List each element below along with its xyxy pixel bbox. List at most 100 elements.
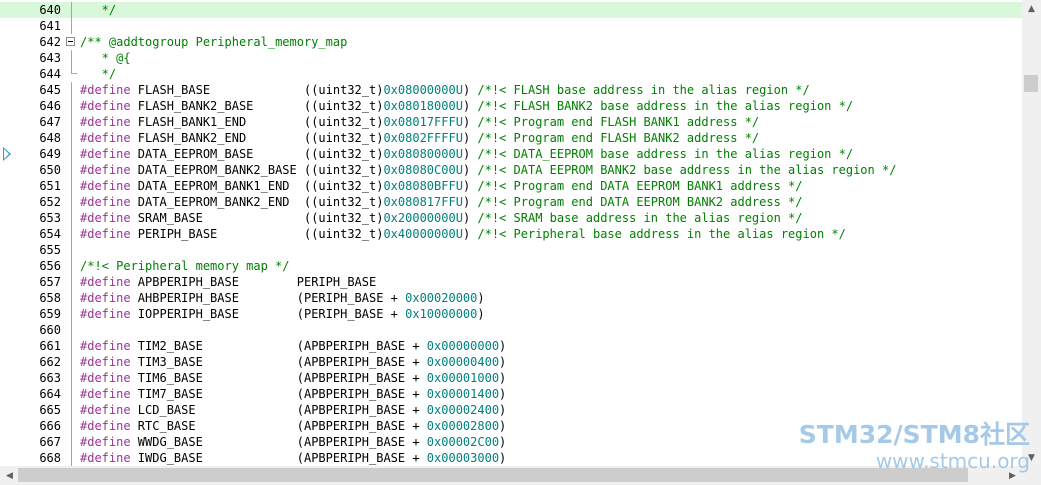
line-number: 652 [39, 195, 61, 209]
code-text[interactable]: #define LCD_BASE (APBPERIPH_BASE + 0x000… [80, 402, 506, 418]
code-token: ) [499, 435, 507, 449]
code-token: TIM2_BASE (APBPERIPH_BASE + [130, 339, 427, 353]
code-line[interactable]: 657 #define APBPERIPH_BASE PERIPH_BASE [0, 274, 1022, 290]
code-line[interactable]: 646 #define FLASH_BANK2_BASE ((uint32_t)0… [0, 98, 1022, 114]
code-line[interactable]: 640 */ [0, 2, 1022, 18]
line-number: 665 [39, 403, 61, 417]
code-line[interactable]: 643 * @{ [0, 50, 1022, 66]
number-token: 0x20000000U [383, 211, 463, 225]
code-text[interactable]: #define FLASH_BANK2_BASE ((uint32_t)0x08… [80, 98, 853, 114]
code-token: AHBPERIPH_BASE (PERIPH_BASE + [130, 291, 406, 305]
code-line[interactable]: 647 #define FLASH_BANK1_END ((uint32_t)0x… [0, 114, 1022, 130]
line-number: 651 [39, 179, 61, 193]
scroll-left-icon[interactable]: ◀ [0, 467, 19, 484]
code-line[interactable]: 648 #define FLASH_BANK2_END ((uint32_t)0x… [0, 130, 1022, 146]
code-text[interactable]: #define DATA_EEPROM_BANK1_END ((uint32_t… [80, 178, 803, 194]
gutter-line [71, 338, 72, 354]
code-line[interactable]: 654 #define PERIPH_BASE ((uint32_t)0x4000… [0, 226, 1022, 242]
code-text[interactable]: #define IOPPERIPH_BASE (PERIPH_BASE + 0x… [80, 306, 485, 322]
code-line[interactable]: 655 [0, 242, 1022, 258]
gutter-line [71, 162, 72, 178]
code-line[interactable]: 652 #define DATA_EEPROM_BANK2_END ((uint3… [0, 194, 1022, 210]
code-text[interactable]: #define RTC_BASE (APBPERIPH_BASE + 0x000… [80, 418, 506, 434]
code-text[interactable]: #define TIM6_BASE (APBPERIPH_BASE + 0x00… [80, 370, 506, 386]
code-text[interactable]: #define TIM2_BASE (APBPERIPH_BASE + 0x00… [80, 338, 506, 354]
line-number: 668 [39, 451, 61, 465]
gutter-line [71, 274, 72, 290]
code-line[interactable]: 641 [0, 18, 1022, 34]
keyword-token: #define [80, 131, 131, 145]
keyword-token: #define [80, 387, 131, 401]
code-token: ) [462, 147, 478, 161]
vertical-scroll-thumb[interactable] [1024, 75, 1038, 92]
gutter-line [71, 210, 72, 226]
code-line[interactable]: 663 #define TIM6_BASE (APBPERIPH_BASE + 0… [0, 370, 1022, 386]
code-token: TIM3_BASE (APBPERIPH_BASE + [130, 355, 427, 369]
code-text[interactable]: */ [80, 66, 116, 82]
gutter-line [71, 226, 72, 242]
code-text[interactable]: #define FLASH_BASE ((uint32_t)0x08000000… [80, 82, 810, 98]
code-text[interactable]: #define APBPERIPH_BASE PERIPH_BASE [80, 274, 376, 290]
keyword-token: #define [80, 355, 131, 369]
code-line[interactable]: 659 #define IOPPERIPH_BASE (PERIPH_BASE +… [0, 306, 1022, 322]
keyword-token: #define [80, 83, 131, 97]
comment-token: /*!< Program end FLASH BANK1 address */ [477, 115, 760, 129]
code-line[interactable]: 649 #define DATA_EEPROM_BASE ((uint32_t)0… [0, 146, 1022, 162]
line-number: 655 [39, 243, 61, 257]
code-line[interactable]: 664 #define TIM7_BASE (APBPERIPH_BASE + 0… [0, 386, 1022, 402]
code-text[interactable]: #define FLASH_BANK1_END ((uint32_t)0x080… [80, 114, 759, 130]
vertical-scrollbar[interactable]: ▲ ▼ [1022, 0, 1041, 466]
code-text[interactable]: #define AHBPERIPH_BASE (PERIPH_BASE + 0x… [80, 290, 485, 306]
line-number: 658 [39, 291, 61, 305]
code-text[interactable]: #define SRAM_BASE ((uint32_t)0x20000000U… [80, 210, 803, 226]
code-line[interactable]: 660 [0, 322, 1022, 338]
line-number: 660 [39, 323, 61, 337]
code-line[interactable]: 645 #define FLASH_BASE ((uint32_t)0x08000… [0, 82, 1022, 98]
code-text[interactable]: */ [80, 2, 116, 18]
code-line[interactable]: 651 #define DATA_EEPROM_BANK1_END ((uint3… [0, 178, 1022, 194]
code-line[interactable]: 662 #define TIM3_BASE (APBPERIPH_BASE + 0… [0, 354, 1022, 370]
watermark-url: www.stmcu.org [875, 449, 1030, 473]
code-text[interactable]: #define IWDG_BASE (APBPERIPH_BASE + 0x00… [80, 450, 506, 466]
code-line[interactable]: 665 #define LCD_BASE (APBPERIPH_BASE + 0x… [0, 402, 1022, 418]
fold-collapse-icon[interactable] [66, 37, 75, 46]
keyword-token: #define [80, 451, 131, 465]
comment-token: /** @addtogroup Peripheral_memory_map [80, 35, 348, 49]
gutter-line [71, 82, 72, 98]
scroll-up-icon[interactable]: ▲ [1022, 0, 1041, 17]
code-line[interactable]: 658 #define AHBPERIPH_BASE (PERIPH_BASE +… [0, 290, 1022, 306]
code-text[interactable]: /** @addtogroup Peripheral_memory_map [80, 34, 347, 50]
code-text[interactable]: #define FLASH_BANK2_END ((uint32_t)0x080… [80, 130, 759, 146]
code-line[interactable]: 644 */ [0, 66, 1022, 82]
line-number: 649 [39, 147, 61, 161]
code-text[interactable]: #define DATA_EEPROM_BANK2_END ((uint32_t… [80, 194, 803, 210]
code-token: ) [462, 83, 478, 97]
code-text[interactable]: #define TIM3_BASE (APBPERIPH_BASE + 0x00… [80, 354, 506, 370]
line-number: 643 [39, 51, 61, 65]
code-text[interactable]: #define DATA_EEPROM_BASE ((uint32_t)0x08… [80, 146, 853, 162]
code-line[interactable]: 656 /*!< Peripheral memory map */ [0, 258, 1022, 274]
code-text[interactable]: #define WWDG_BASE (APBPERIPH_BASE + 0x00… [80, 434, 506, 450]
number-token: 0x40000000U [383, 227, 463, 241]
code-text[interactable]: #define DATA_EEPROM_BANK2_BASE ((uint32_… [80, 162, 896, 178]
code-token: FLASH_BASE ((uint32_t) [130, 83, 384, 97]
line-number: 659 [39, 307, 61, 321]
number-token: 0x00003000 [426, 451, 500, 465]
code-text[interactable]: #define TIM7_BASE (APBPERIPH_BASE + 0x00… [80, 386, 506, 402]
code-text[interactable]: #define PERIPH_BASE ((uint32_t)0x4000000… [80, 226, 846, 242]
code-text[interactable]: /*!< Peripheral memory map */ [80, 258, 290, 274]
code-line[interactable]: 653 #define SRAM_BASE ((uint32_t)0x200000… [0, 210, 1022, 226]
code-line[interactable]: 650 #define DATA_EEPROM_BANK2_BASE ((uint… [0, 162, 1022, 178]
keyword-token: #define [80, 435, 131, 449]
comment-token: */ [80, 3, 117, 17]
keyword-token: #define [80, 99, 131, 113]
line-number: 664 [39, 387, 61, 401]
code-line[interactable]: 642 /** @addtogroup Peripheral_memory_map [0, 34, 1022, 50]
line-number: 663 [39, 371, 61, 385]
code-text[interactable]: * @{ [80, 50, 131, 66]
gutter-line [71, 178, 72, 194]
code-line[interactable]: 661 #define TIM2_BASE (APBPERIPH_BASE + 0… [0, 338, 1022, 354]
code-editor[interactable]: 640 */641 642/** @addtogroup Peripheral_m… [0, 0, 1022, 466]
gutter-line [71, 322, 72, 338]
number-token: 0x00020000 [405, 291, 478, 305]
